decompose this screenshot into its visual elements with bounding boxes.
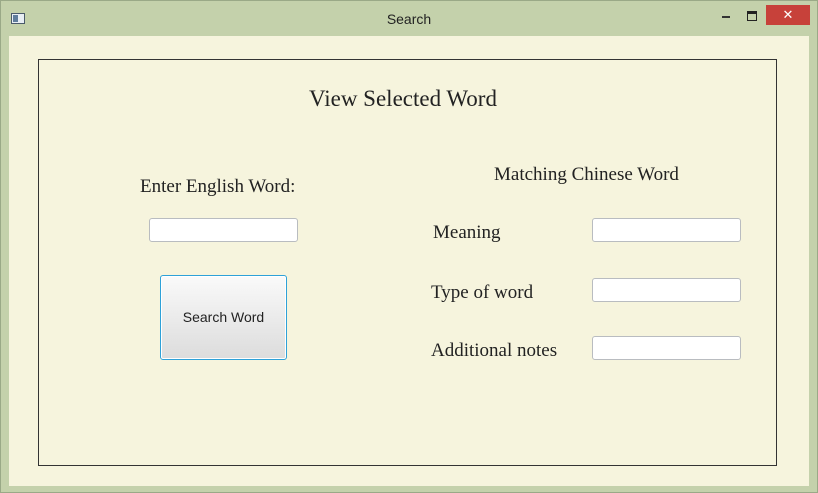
search-word-button[interactable]: Search Word xyxy=(160,275,287,360)
meaning-field[interactable] xyxy=(592,218,741,242)
additional-notes-field[interactable] xyxy=(592,336,741,360)
additional-notes-label: Additional notes xyxy=(431,340,558,361)
maximize-button[interactable] xyxy=(740,5,764,25)
close-icon: ✕ xyxy=(782,7,794,22)
matching-chinese-heading: Matching Chinese Word xyxy=(494,164,679,185)
close-button[interactable]: ✕ xyxy=(766,5,810,25)
title-bar[interactable]: Search ✕ xyxy=(1,1,817,35)
form-panel: View Selected Word Enter English Word: S… xyxy=(38,59,777,466)
minimize-icon xyxy=(722,16,730,19)
window-title: Search xyxy=(386,11,432,27)
english-word-label: Enter English Word: xyxy=(140,176,296,197)
english-word-input[interactable] xyxy=(149,218,298,242)
type-of-word-label: Type of word xyxy=(431,282,534,303)
type-of-word-field[interactable] xyxy=(592,278,741,302)
search-word-button-label: Search Word xyxy=(182,309,265,325)
minimize-button[interactable] xyxy=(714,5,738,25)
maximize-icon xyxy=(747,10,757,21)
app-window: Search ✕ View Selected Word Enter Englis… xyxy=(0,0,818,493)
page-title: View Selected Word xyxy=(309,86,497,111)
client-area: View Selected Word Enter English Word: S… xyxy=(9,36,809,486)
meaning-label: Meaning xyxy=(433,222,501,243)
